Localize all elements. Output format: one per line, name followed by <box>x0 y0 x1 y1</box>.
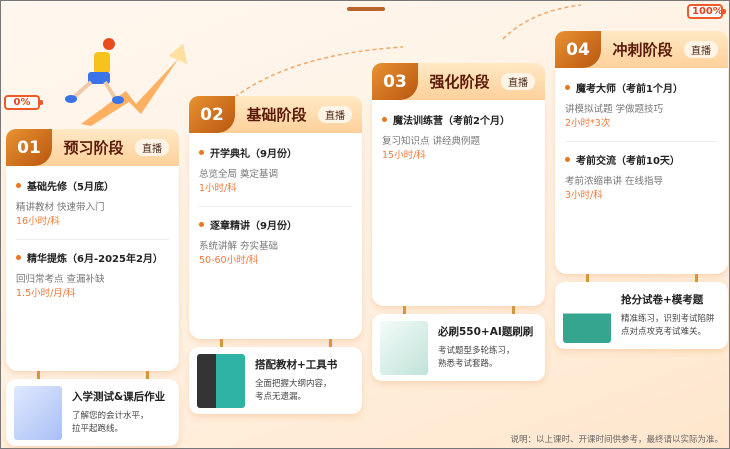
course-title: 精华提炼（6月-2025年2月） <box>27 254 163 265</box>
extra-title: 必刷550+AI题刷刷 <box>438 326 534 338</box>
course-title: 魔考大师（考前1个月） <box>576 84 683 95</box>
course-title: 魔法训练营（考前2个月） <box>393 116 510 127</box>
extra-title: 搭配教材+工具书 <box>255 359 338 371</box>
course-item: 魔法训练营（考前2个月） 复习知识点 讲经典例题 15小时/科 <box>382 108 535 169</box>
course-hours: 2小时*3次 <box>565 118 611 129</box>
course-hours: 1小时/科 <box>199 183 237 194</box>
bullet-icon <box>382 117 387 122</box>
live-badge: 直播 <box>501 73 535 90</box>
textbook-image <box>197 353 245 408</box>
extra-desc: 考点无遗漏。 <box>255 392 307 402</box>
course-hours: 15小时/科 <box>382 150 426 161</box>
course-item: 精华提炼（6月-2025年2月） 回归常考点 查漏补缺 1.5小时/月/科 <box>16 239 169 307</box>
exercise-book-image <box>380 320 428 375</box>
footnote: 说明：以上课时、开课时间供参考，最终请以实际为准。 <box>510 435 723 445</box>
course-hours: 50-60小时/科 <box>199 255 259 266</box>
course-item: 开学典礼（9月份） 总览全局 奠定基调 1小时/科 <box>199 141 352 202</box>
course-hours: 16小时/科 <box>16 216 60 227</box>
stage-card-1: 01 预习阶段 直播 基础先修（5月底） 精讲教材 快速带入门 16小时/科 精华提炼（… <box>6 129 179 371</box>
course-title: 开学典礼（9月份） <box>210 149 297 160</box>
extra-desc: 点对点攻克考试难关。 <box>621 327 707 337</box>
stage-title: 预习阶段 <box>63 139 124 157</box>
course-desc: 讲模拟试题 学做题技巧 <box>565 104 664 115</box>
bullet-icon <box>565 85 570 90</box>
course-desc: 考前浓缩串讲 在线指导 <box>565 176 664 187</box>
progress-end-badge: 100% <box>687 4 726 19</box>
stage-number: 01 <box>6 129 52 166</box>
stage-card-3: 03 强化阶段 直播 魔法训练营（考前2个月） 复习知识点 讲经典例题 15小时/科 <box>372 63 545 306</box>
extra-desc: 熟悉考试套路。 <box>438 359 498 369</box>
course-desc: 复习知识点 讲经典例题 <box>382 136 481 147</box>
extra-card-1[interactable]: 入学测试&课后作业 了解您的会计水平， 拉平起跑线。 <box>6 379 179 446</box>
stage-number: 04 <box>555 31 601 68</box>
stage-title: 基础阶段 <box>246 106 307 124</box>
stage-title: 强化阶段 <box>429 73 490 91</box>
extra-card-2[interactable]: 搭配教材+工具书 全面把握大纲内容， 考点无遗漏。 <box>189 347 362 414</box>
bullet-icon <box>199 222 204 227</box>
live-badge: 直播 <box>318 106 352 123</box>
extra-desc: 精准练习，识别考试陷阱 <box>621 314 715 324</box>
extra-title: 入学测试&课后作业 <box>72 391 166 403</box>
course-item: 魔考大师（考前1个月） 讲模拟试题 学做题技巧 2小时*3次 <box>565 76 718 137</box>
extra-desc: 了解您的会计水平， <box>72 411 149 421</box>
stage-number: 02 <box>189 96 235 133</box>
bullet-icon <box>565 157 570 162</box>
chart-icon <box>14 385 62 440</box>
stage-card-4: 04 冲刺阶段 直播 魔考大师（考前1个月） 讲模拟试题 学做题技巧 2小时*3次 考前… <box>555 31 728 274</box>
course-hours: 3小时/科 <box>565 190 603 201</box>
extra-desc: 全面把握大纲内容， <box>255 379 332 389</box>
course-title: 基础先修（5月底） <box>27 182 114 193</box>
stage-title: 冲刺阶段 <box>612 41 673 59</box>
extra-card-3[interactable]: 必刷550+AI题刷刷 考试题型多轮练习， 熟悉考试套路。 <box>372 314 545 381</box>
course-desc: 系统讲解 夯实基础 <box>199 241 279 252</box>
drag-handle[interactable] <box>347 7 385 11</box>
course-title: 逐章精讲（9月份） <box>210 221 297 232</box>
bullet-icon <box>16 255 21 260</box>
extra-desc: 拉平起跑线。 <box>72 424 124 434</box>
live-badge: 直播 <box>684 41 718 58</box>
course-desc: 总览全局 奠定基调 <box>199 169 279 180</box>
live-badge: 直播 <box>135 139 169 156</box>
stage-number: 03 <box>372 63 418 100</box>
course-title: 考前交流（考前10天） <box>576 156 680 167</box>
course-desc: 精讲教材 快速带入门 <box>16 202 105 213</box>
extra-title: 抢分试卷+模考题 <box>621 294 704 306</box>
extra-card-4[interactable]: 抢分试卷+模考题精准练习，识别考试陷阱 点对点攻克考试难关。 <box>555 282 728 349</box>
runner-arrow-illustration <box>65 38 187 126</box>
bullet-icon <box>16 183 21 188</box>
course-item: 基础先修（5月底） 精讲教材 快速带入门 16小时/科 <box>16 174 169 235</box>
exam-paper-image <box>563 288 611 343</box>
bullet-icon <box>199 150 204 155</box>
stage-card-2: 02 基础阶段 直播 开学典礼（9月份） 总览全局 奠定基调 1小时/科 逐章精讲（9月… <box>189 96 362 339</box>
course-hours: 1.5小时/月/科 <box>16 288 76 299</box>
course-item: 逐章精讲（9月份） 系统讲解 夯实基础 50-60小时/科 <box>199 206 352 274</box>
course-desc: 回归常考点 查漏补缺 <box>16 274 105 285</box>
extra-desc: 考试题型多轮练习， <box>438 346 515 356</box>
progress-start-badge: 0% <box>4 95 43 110</box>
course-item: 考前交流（考前10天） 考前浓缩串讲 在线指导 3小时/科 <box>565 141 718 209</box>
